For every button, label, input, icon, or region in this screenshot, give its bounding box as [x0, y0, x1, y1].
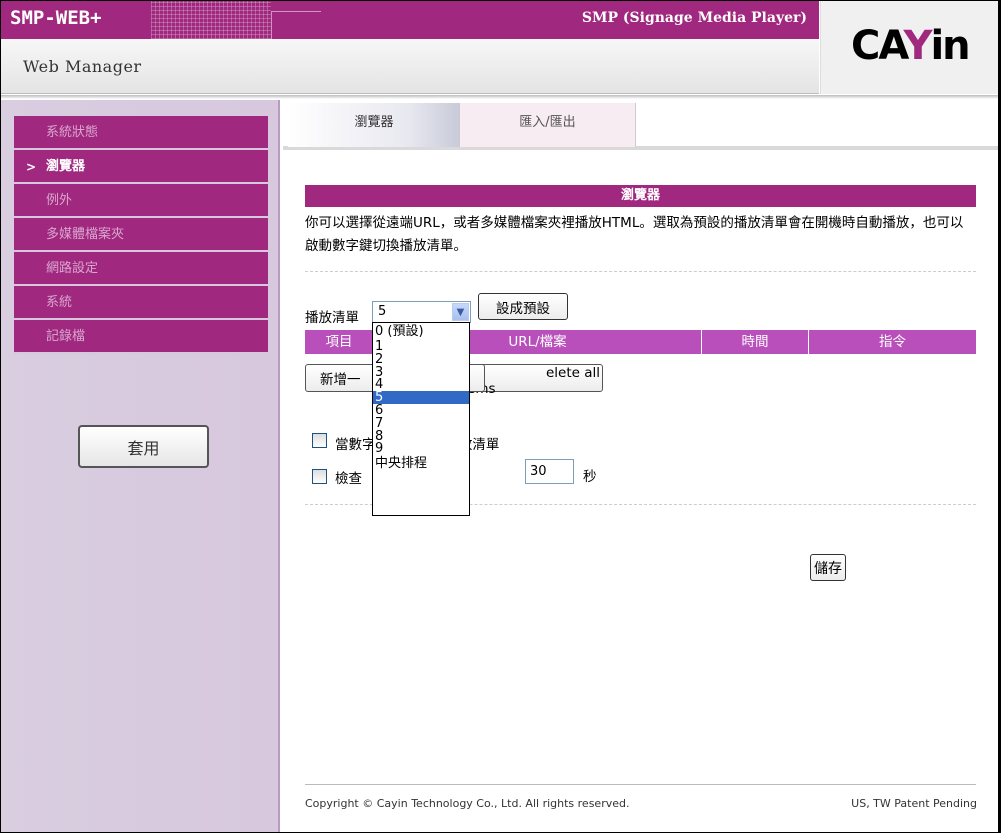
sidebar-item-label: 記錄檔	[46, 329, 86, 344]
cayin-logo: CAYin	[851, 23, 971, 69]
playlist-dropdown-list[interactable]: 0 (預設) 1 2 3 4 5 6 7 8 9 中央排程	[372, 322, 470, 516]
sidebar-item-label: 瀏覽器	[46, 159, 86, 174]
sidebar-item-exception[interactable]: 例外	[14, 184, 268, 218]
dropdown-option[interactable]: 中央排程	[373, 455, 469, 473]
dropdown-option[interactable]: 1	[373, 340, 469, 353]
sidebar-item-label: 系統	[46, 295, 73, 310]
sidebar-item-network[interactable]: 網路設定	[14, 252, 268, 286]
sidebar-item-label: 多媒體檔案夾	[46, 227, 125, 242]
sidebar-item-label: 網路設定	[46, 261, 99, 276]
sidebar-item-logs[interactable]: 記錄檔	[14, 320, 268, 354]
sidebar-item-label: 系統狀態	[46, 125, 99, 140]
set-default-button[interactable]: 設成預設	[478, 293, 568, 320]
column-header-time: 時間	[702, 330, 809, 354]
tab-bar: 瀏覽器 匯入/匯出	[283, 100, 998, 150]
dropdown-option[interactable]: 2	[373, 353, 469, 366]
patent-text: US, TW Patent Pending	[851, 797, 977, 810]
playlist-label: 播放清單	[305, 310, 359, 326]
column-header-item: 項目	[305, 330, 374, 354]
dropdown-option[interactable]: 6	[373, 404, 469, 417]
numeric-key-switch-checkbox[interactable]	[312, 433, 327, 448]
dropdown-option[interactable]: 4	[373, 378, 469, 391]
chevron-down-icon[interactable]: ▼	[452, 303, 469, 321]
section-description: 你可以選擇從遠端URL，或者多媒體檔案夾裡播放HTML。選取為預設的播放清單會在…	[305, 215, 964, 254]
dropdown-option[interactable]: 9	[373, 442, 469, 455]
sidebar-item-label: 例外	[46, 193, 73, 208]
footer-divider	[305, 784, 976, 785]
section-title: 瀏覽器	[305, 185, 976, 207]
interval-input[interactable]: 30	[525, 459, 574, 484]
tab-browser[interactable]: 瀏覽器	[288, 103, 460, 147]
header-divider	[1, 95, 998, 99]
dropdown-option[interactable]: 0 (預設)	[373, 323, 469, 340]
column-header-command: 指令	[879, 334, 906, 350]
save-button[interactable]: 儲存	[810, 554, 846, 581]
copyright-text: Copyright © Cayin Technology Co., Ltd. A…	[305, 797, 630, 810]
sidebar-item-media-folder[interactable]: 多媒體檔案夾	[14, 218, 268, 252]
banner-line-decoration	[271, 11, 321, 39]
app-name-bar: Web Manager	[1, 39, 819, 94]
dropdown-option[interactable]: 3	[373, 366, 469, 379]
playlist-selected-value: 5	[378, 304, 387, 319]
sidebar: 系統狀態 > 瀏覽器 例外 多媒體檔案夾 網路設定 系統 記錄檔 套用	[1, 100, 280, 832]
seconds-label: 秒	[583, 469, 597, 485]
dropdown-option[interactable]: 8	[373, 430, 469, 443]
smp-web-logo: SMP-WEB+	[10, 7, 102, 29]
sidebar-item-system[interactable]: 系統	[14, 286, 268, 320]
apply-button[interactable]: 套用	[78, 425, 209, 468]
check-interval-checkbox[interactable]	[312, 469, 327, 484]
sidebar-menu: 系統狀態 > 瀏覽器 例外 多媒體檔案夾 網路設定 系統 記錄檔 套用	[14, 116, 268, 468]
dropdown-option-selected[interactable]: 5	[373, 391, 469, 404]
brand-logo-box: CAYin	[820, 1, 998, 94]
top-banner: SMP-WEB+ SMP (Signage Media Player)	[1, 1, 819, 39]
active-arrow-icon: >	[26, 160, 37, 174]
sidebar-item-system-status[interactable]: 系統狀態	[14, 116, 268, 150]
sidebar-item-browser[interactable]: > 瀏覽器	[14, 150, 268, 184]
product-title: SMP (Signage Media Player)	[581, 10, 807, 26]
tab-import-export[interactable]: 匯入/匯出	[460, 103, 636, 147]
dropdown-option[interactable]: 7	[373, 417, 469, 430]
banner-grid-decoration	[151, 1, 271, 39]
dashed-divider	[305, 271, 976, 272]
app-name: Web Manager	[23, 57, 142, 76]
playlist-select[interactable]: 5 ▼	[372, 301, 471, 323]
